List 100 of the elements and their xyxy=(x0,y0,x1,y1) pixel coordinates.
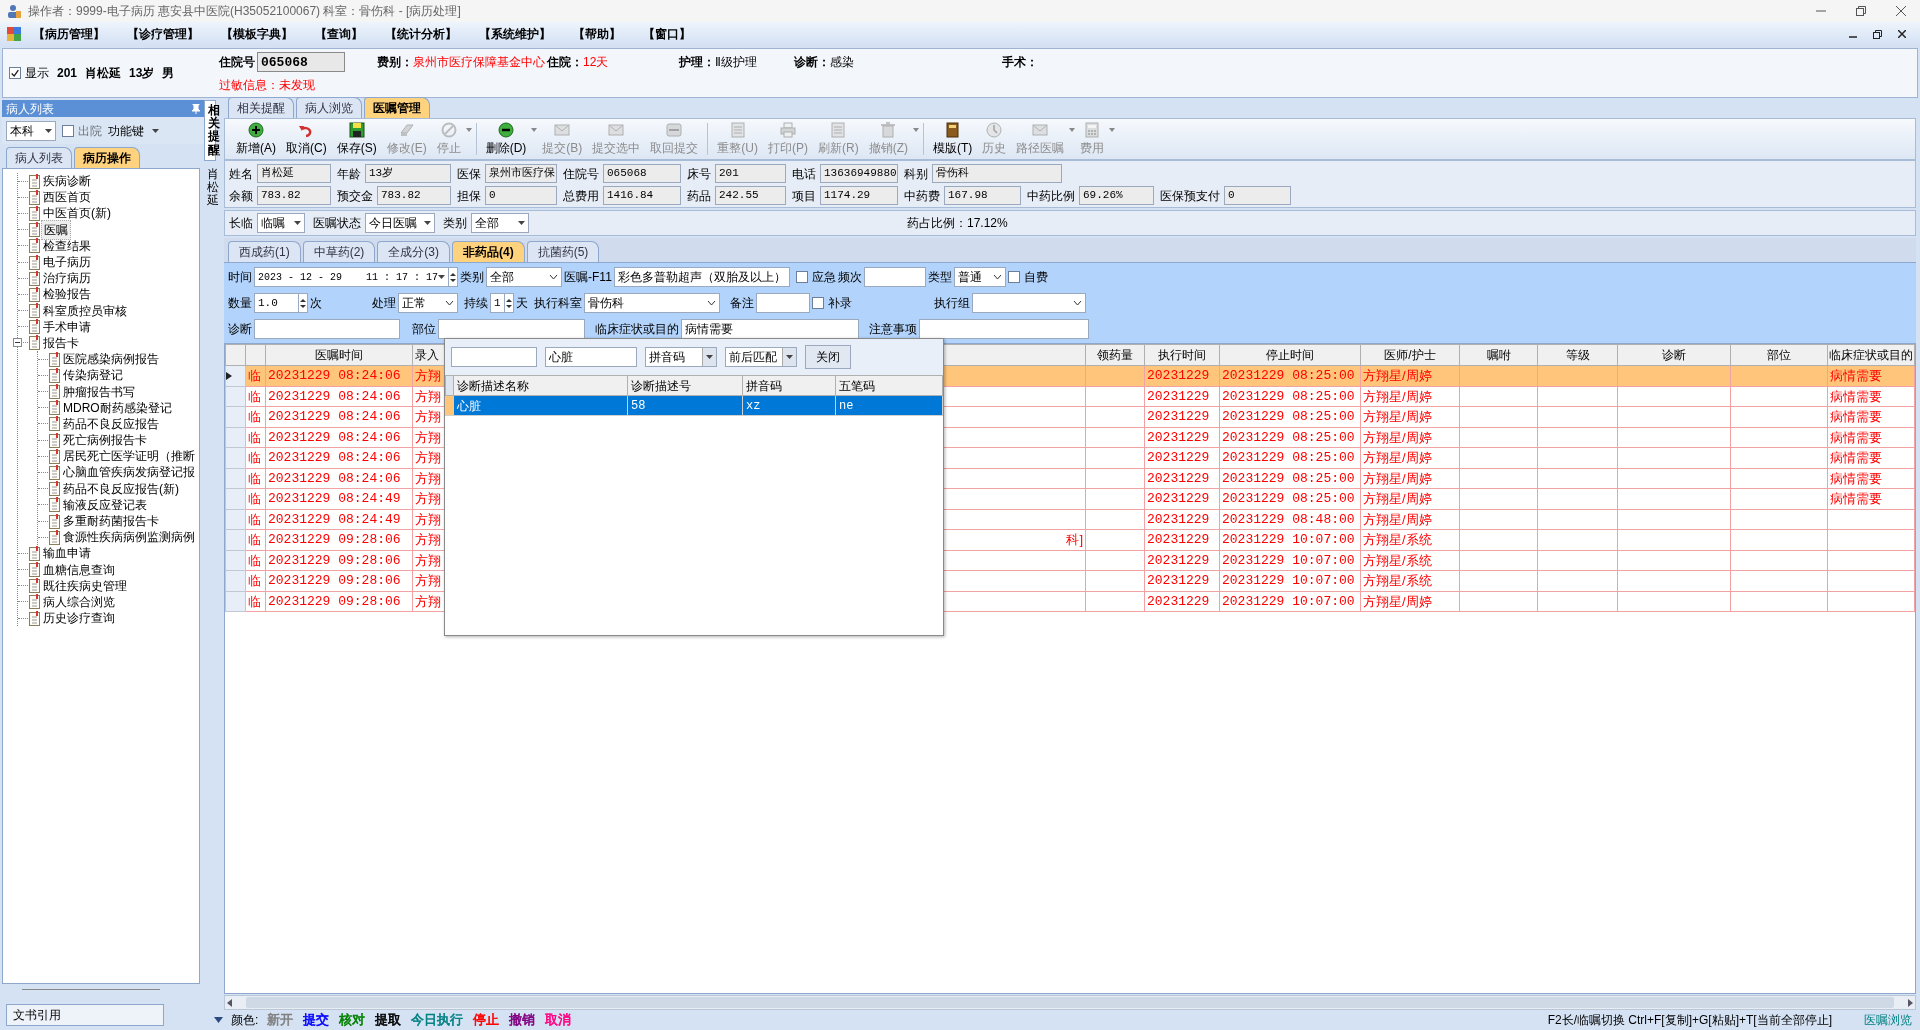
dropdown[interactable]: 正常 xyxy=(398,293,458,313)
tab[interactable]: 抗菌药(5) xyxy=(526,241,600,262)
checkbox[interactable] xyxy=(62,124,74,137)
dropdown[interactable] xyxy=(972,293,1086,313)
tree-item[interactable]: 多重耐药菌报告卡 xyxy=(61,512,161,531)
tree-item[interactable]: 手术申请 xyxy=(41,317,93,336)
document-reference-button[interactable]: 文书引用 xyxy=(6,1004,164,1026)
tab[interactable]: 中草药(2) xyxy=(302,241,376,262)
tree-item[interactable]: 检验报告 xyxy=(41,285,93,304)
tab[interactable]: 病人浏览 xyxy=(296,97,362,118)
tree-item[interactable]: 历史诊疗查询 xyxy=(41,609,117,628)
caret-icon[interactable] xyxy=(706,355,713,359)
toolbar-button[interactable]: 删除(D) xyxy=(480,121,532,157)
column-header[interactable]: 嘱咐 xyxy=(1459,344,1538,366)
column-header[interactable]: 执行时间 xyxy=(1144,344,1220,366)
tree-item[interactable]: 既往疾病史管理 xyxy=(41,576,129,595)
tree-item[interactable]: 血糖信息查询 xyxy=(41,560,117,579)
datetime-field[interactable]: 2023 - 12 - 29 11 : 17 : 17 xyxy=(254,267,459,287)
menu-item[interactable]: 【统计分析】 xyxy=(374,25,468,43)
dropdown[interactable]: 今日医嘱 xyxy=(365,213,435,233)
restore-icon[interactable] xyxy=(1873,29,1882,39)
keyword-field[interactable]: 心脏 xyxy=(545,347,637,367)
caret-icon[interactable] xyxy=(294,221,301,225)
lookup-row[interactable]: 心脏 58 xz ne xyxy=(445,395,943,416)
tab[interactable]: 相关提醒 xyxy=(228,97,294,118)
app-menu-icon[interactable] xyxy=(6,26,22,42)
column-header[interactable]: 诊断 xyxy=(1617,344,1731,366)
toolbar-button[interactable]: 取消(C) xyxy=(281,121,332,157)
tree-item[interactable]: 输血申请 xyxy=(41,544,93,563)
close-icon[interactable] xyxy=(1898,29,1906,38)
tree-item[interactable]: 药品不良反应报告(新) xyxy=(61,479,181,498)
tree-item[interactable]: 药品不良反应报告 xyxy=(61,414,161,433)
text-field[interactable] xyxy=(438,319,585,339)
tree-item[interactable]: 居民死亡医学证明（推断 xyxy=(61,447,197,466)
column-header[interactable]: 停止时间 xyxy=(1219,344,1361,366)
tree-item[interactable]: 医嘱 xyxy=(41,219,71,240)
column-header[interactable]: 医嘱时间 xyxy=(265,344,413,366)
function-key-menu[interactable]: 功能键 xyxy=(108,121,159,140)
number-field[interactable]: 1 xyxy=(490,293,514,313)
column-header[interactable]: 部位 xyxy=(1730,344,1828,366)
column-header[interactable]: 诊断描述名称 xyxy=(453,375,628,396)
dropdown[interactable]: 全部 xyxy=(471,213,529,233)
tree-item[interactable]: MDRO耐药感染登记 xyxy=(61,398,174,417)
tab[interactable]: 西成药(1) xyxy=(228,241,301,262)
text-field[interactable] xyxy=(919,319,1089,339)
tab[interactable]: 病历操作 xyxy=(74,147,140,168)
text-field[interactable] xyxy=(756,293,810,313)
caret-icon[interactable] xyxy=(45,128,52,133)
dropdown[interactable]: 拼音码 xyxy=(645,347,717,367)
search-field[interactable] xyxy=(451,347,537,367)
text-field[interactable]: 彩色多普勒超声（双胎及以上） xyxy=(613,267,790,287)
caret-icon[interactable] xyxy=(786,355,793,359)
tree-item[interactable]: 肿瘤报告书写 xyxy=(61,382,137,401)
toolbar-button[interactable]: 保存(S) xyxy=(331,121,382,157)
menu-item[interactable]: 【查询】 xyxy=(304,25,374,43)
close-icon[interactable] xyxy=(1896,6,1906,16)
text-field[interactable]: 病情需要 xyxy=(681,319,859,339)
horizontal-scrollbar[interactable] xyxy=(224,995,1916,1010)
number-field[interactable]: 1.0 xyxy=(254,293,308,313)
collapse-toggle[interactable] xyxy=(13,338,22,348)
column-header[interactable]: 拼音码 xyxy=(742,375,836,396)
column-header[interactable]: 五笔码 xyxy=(835,375,943,396)
text-field[interactable] xyxy=(863,267,926,287)
menu-item[interactable]: 【病历管理】 xyxy=(22,25,116,43)
text-field[interactable] xyxy=(254,319,400,339)
checkbox[interactable] xyxy=(795,271,808,283)
tree-item[interactable]: 输液反应登记表 xyxy=(61,495,149,514)
tree-item[interactable]: 医院感染病例报告 xyxy=(61,350,161,369)
menu-item[interactable]: 【窗口】 xyxy=(632,25,702,43)
tab[interactable]: 全成分(3) xyxy=(377,241,450,262)
pin-icon[interactable] xyxy=(192,103,200,114)
caret-icon[interactable] xyxy=(214,1017,223,1023)
column-header[interactable]: 医师/护士 xyxy=(1360,344,1460,366)
caret-icon[interactable] xyxy=(424,221,431,225)
dropdown[interactable]: 全部 xyxy=(486,267,563,287)
dropdown[interactable]: 普通 xyxy=(953,267,1006,287)
tree-item[interactable]: 西医首页 xyxy=(41,188,93,207)
dropdown[interactable]: 骨伤科 xyxy=(584,293,720,313)
tree-item[interactable]: 食源性疾病病例监测病例 xyxy=(61,528,197,547)
menu-item[interactable]: 【系统维护】 xyxy=(468,25,562,43)
tree-item[interactable]: 疾病诊断 xyxy=(41,172,93,191)
toolbar-button[interactable]: 新增(A) xyxy=(231,121,281,157)
tab[interactable]: 医嘱管理 xyxy=(364,97,430,118)
checkbox[interactable] xyxy=(9,67,21,79)
tree-item[interactable]: 病人综合浏览 xyxy=(41,592,117,611)
menu-item[interactable]: 【模板字典】 xyxy=(210,25,304,43)
tab[interactable]: 病人列表 xyxy=(6,147,72,168)
menu-item[interactable]: 【诊疗管理】 xyxy=(116,25,210,43)
admission-number-field[interactable]: 065068 xyxy=(257,52,345,72)
tree-item[interactable]: 科室质控员审核 xyxy=(41,301,129,320)
restore-icon[interactable] xyxy=(1856,6,1866,16)
dropdown[interactable]: 前后匹配 xyxy=(725,347,797,367)
caret-icon[interactable] xyxy=(518,221,525,225)
checkbox[interactable] xyxy=(1007,271,1020,283)
tree-item[interactable]: 死亡病例报告卡 xyxy=(61,431,149,450)
tree-item[interactable]: 心脑血管疾病发病登记报 xyxy=(61,463,197,482)
toolbar-button[interactable]: 模版(T) xyxy=(928,121,978,157)
tree-item[interactable]: 传染病登记 xyxy=(61,366,125,385)
tree-item[interactable]: 电子病历 xyxy=(41,253,93,272)
scope-select[interactable]: 本科 xyxy=(6,120,56,141)
